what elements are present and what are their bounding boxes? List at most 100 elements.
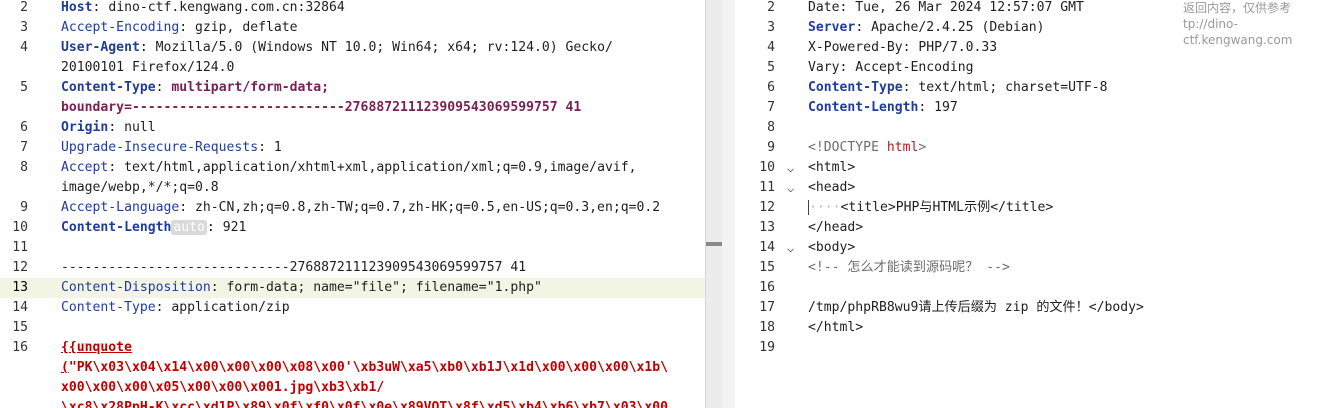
fold-chevron-icon[interactable]: ⌵ bbox=[787, 158, 794, 178]
request-line[interactable]: 7 Upgrade-Insecure-Requests: 1 bbox=[0, 138, 705, 158]
token: : Mozilla/5.0 (Windows NT 10.0; Win64; x… bbox=[139, 40, 613, 55]
request-code: Content-Disposition: form-data; name="fi… bbox=[61, 278, 542, 298]
request-line[interactable]: 16 {{unquote bbox=[0, 338, 705, 358]
response-line[interactable]: 4 X-Powered-By: PHP/7.0.33 bbox=[735, 38, 1333, 58]
line-number: 14 bbox=[759, 240, 775, 255]
request-line[interactable]: 13 Content-Disposition: form-data; name="… bbox=[0, 278, 705, 298]
token: x00\x00\x00\x05\x00\x00\x001.jpg\xb3\xb1… bbox=[61, 380, 385, 395]
token: </head> bbox=[808, 220, 864, 235]
token: X-Powered-By: PHP/7.0.33 bbox=[808, 40, 998, 55]
token: multipart/form-data; bbox=[171, 80, 330, 95]
line-number: 3 bbox=[20, 20, 28, 35]
token: /tmp/phpRB8wu9请上传后缀为 zip 的文件！ bbox=[808, 300, 1089, 315]
request-line[interactable]: 15 bbox=[0, 318, 705, 338]
response-line[interactable]: 5 Vary: Accept-Encoding bbox=[735, 58, 1333, 78]
request-code: {{unquote bbox=[61, 338, 132, 358]
response-line[interactable]: 17/tmp/phpRB8wu9请上传后缀为 zip 的文件！</body> bbox=[735, 298, 1333, 318]
response-line[interactable]: 13 </head> bbox=[735, 218, 1333, 238]
response-code: Vary: Accept-Encoding bbox=[808, 58, 974, 78]
request-line[interactable]: 9 Accept-Language: zh-CN,zh;q=0.8,zh-TW;q… bbox=[0, 198, 705, 218]
token: </body> bbox=[1088, 300, 1144, 315]
token: "PK\x03\x04\x14\x00\x00\x00\x08\x00'\xb3… bbox=[68, 360, 669, 375]
token: : 197 bbox=[918, 100, 958, 115]
token: : 921 bbox=[206, 220, 247, 235]
request-line[interactable]: ("PK\x03\x04\x14\x00\x00\x00\x08\x00'\xb… bbox=[0, 358, 705, 378]
request-line[interactable]: boundary=---------------------------2768… bbox=[0, 98, 705, 118]
request-line[interactable]: 6 Origin: null bbox=[0, 118, 705, 138]
fold-chevron-icon[interactable]: ⌵ bbox=[787, 178, 794, 198]
request-line[interactable]: 12 -----------------------------276887211… bbox=[0, 258, 705, 278]
response-code: ····<title>PHP与HTML示例</title> bbox=[808, 198, 1053, 218]
line-number: 4 bbox=[20, 40, 28, 55]
request-line[interactable]: x00\x00\x00\x05\x00\x00\x001.jpg\xb3\xb1… bbox=[0, 378, 705, 398]
request-line[interactable]: 2 Host: dino-ctf.kengwang.com.cn:32864 bbox=[0, 0, 705, 18]
request-code: Content-Length auto: 921 bbox=[61, 218, 246, 238]
line-number: 7 bbox=[20, 140, 28, 155]
response-line[interactable]: 15 <!-- 怎么才能读到源码呢？ --> bbox=[735, 258, 1333, 278]
token: <body> bbox=[808, 240, 856, 255]
token: : gzip, deflate bbox=[179, 20, 298, 35]
token: PHP与HTML示例 bbox=[895, 200, 991, 215]
response-line[interactable]: 8 bbox=[735, 118, 1333, 138]
response-line[interactable]: 2 Date: Tue, 26 Mar 2024 12:57:07 GMT bbox=[735, 0, 1333, 18]
line-number: 6 bbox=[767, 80, 775, 95]
response-code: <!-- 怎么才能读到源码呢？ --> bbox=[808, 258, 1010, 278]
response-line[interactable]: 10 ⌵ <html> bbox=[735, 158, 1333, 178]
request-line[interactable]: 3 Accept-Encoding: gzip, deflate bbox=[0, 18, 705, 38]
line-number: 3 bbox=[767, 20, 775, 35]
line-number: 13 bbox=[759, 220, 775, 235]
token: Content-Disposition bbox=[61, 280, 211, 295]
line-number: 8 bbox=[20, 160, 28, 175]
response-line[interactable]: 14 ⌵ <body> bbox=[735, 238, 1333, 258]
line-number: 9 bbox=[20, 200, 28, 215]
token: <!-- 怎么才能读到源码呢？ --> bbox=[808, 260, 1010, 275]
line-number: 6 bbox=[20, 120, 28, 135]
pane-separator[interactable] bbox=[722, 0, 735, 408]
request-code: Content-Type: multipart/form-data; bbox=[61, 78, 329, 98]
fold-chevron-icon[interactable]: ⌵ bbox=[787, 238, 794, 258]
token: : 1 bbox=[258, 140, 282, 155]
response-line[interactable]: 11 ⌵ <head> bbox=[735, 178, 1333, 198]
response-code: </html> bbox=[808, 318, 863, 338]
response-line[interactable]: 7 Content-Length: 197 bbox=[735, 98, 1333, 118]
request-editor[interactable]: 2 Host: dino-ctf.kengwang.com.cn:32864 3 Ac… bbox=[0, 0, 705, 408]
token: Content-Length bbox=[61, 220, 172, 235]
response-code: <body> bbox=[808, 238, 855, 258]
line-number: 5 bbox=[767, 60, 775, 75]
response-line[interactable]: 19 bbox=[735, 338, 1333, 358]
request-code: \xc8\x28PpH-K\xcc\xd1P\x89\x0f\xf0\x0f\x… bbox=[61, 398, 668, 408]
request-line[interactable]: 8 Accept: text/html,application/xhtml+xml… bbox=[0, 158, 705, 178]
line-number: 8 bbox=[767, 120, 775, 135]
token: Content-Type bbox=[808, 80, 903, 95]
response-line[interactable]: 16 bbox=[735, 278, 1333, 298]
request-line[interactable]: image/webp,*/*;q=0.8 bbox=[0, 178, 705, 198]
request-line[interactable]: 10 Content-Length auto: 921 bbox=[0, 218, 705, 238]
line-number: 7 bbox=[767, 100, 775, 115]
token: : dino-ctf.kengwang.com.cn:32864 bbox=[92, 0, 345, 15]
request-line[interactable]: 4 User-Agent: Mozilla/5.0 (Windows NT 10.… bbox=[0, 38, 705, 58]
token: ···· bbox=[809, 200, 841, 215]
request-line[interactable]: 11 bbox=[0, 238, 705, 258]
response-line[interactable]: 18 </html> bbox=[735, 318, 1333, 338]
request-line[interactable]: 5 Content-Type: multipart/form-data; bbox=[0, 78, 705, 98]
request-code: Accept-Language: zh-CN,zh;q=0.8,zh-TW;q=… bbox=[61, 198, 660, 218]
request-line[interactable]: 20100101 Firefox/124.0 bbox=[0, 58, 705, 78]
token: Host bbox=[61, 0, 93, 15]
token: : application/zip bbox=[155, 300, 290, 315]
response-line[interactable]: 6 Content-Type: text/html; charset=UTF-8 bbox=[735, 78, 1333, 98]
response-line[interactable]: 3 Server: Apache/2.4.25 (Debian) bbox=[735, 18, 1333, 38]
response-line[interactable]: 9 <!DOCTYPE html> bbox=[735, 138, 1333, 158]
token: </html> bbox=[808, 320, 864, 335]
line-number: 18 bbox=[759, 320, 775, 335]
scrollbar-thumb[interactable] bbox=[706, 242, 723, 246]
token: <head> bbox=[808, 180, 856, 195]
response-line[interactable]: 12 ····<title>PHP与HTML示例</title> bbox=[735, 198, 1333, 218]
response-viewer[interactable]: 返回内容，仅供参考 tp://dino-ctf.kengwang.com 2 Da… bbox=[735, 0, 1333, 408]
token: boundary=---------------------------2768… bbox=[61, 100, 582, 115]
request-line[interactable]: \xc8\x28PpH-K\xcc\xd1P\x89\x0f\xf0\x0f\x… bbox=[0, 398, 705, 408]
line-number: 13 bbox=[12, 280, 28, 295]
request-line[interactable]: 14 Content-Type: application/zip bbox=[0, 298, 705, 318]
token: Accept-Language bbox=[61, 200, 180, 215]
token: User-Agent bbox=[61, 40, 140, 55]
response-code: Server: Apache/2.4.25 (Debian) bbox=[808, 18, 1045, 38]
